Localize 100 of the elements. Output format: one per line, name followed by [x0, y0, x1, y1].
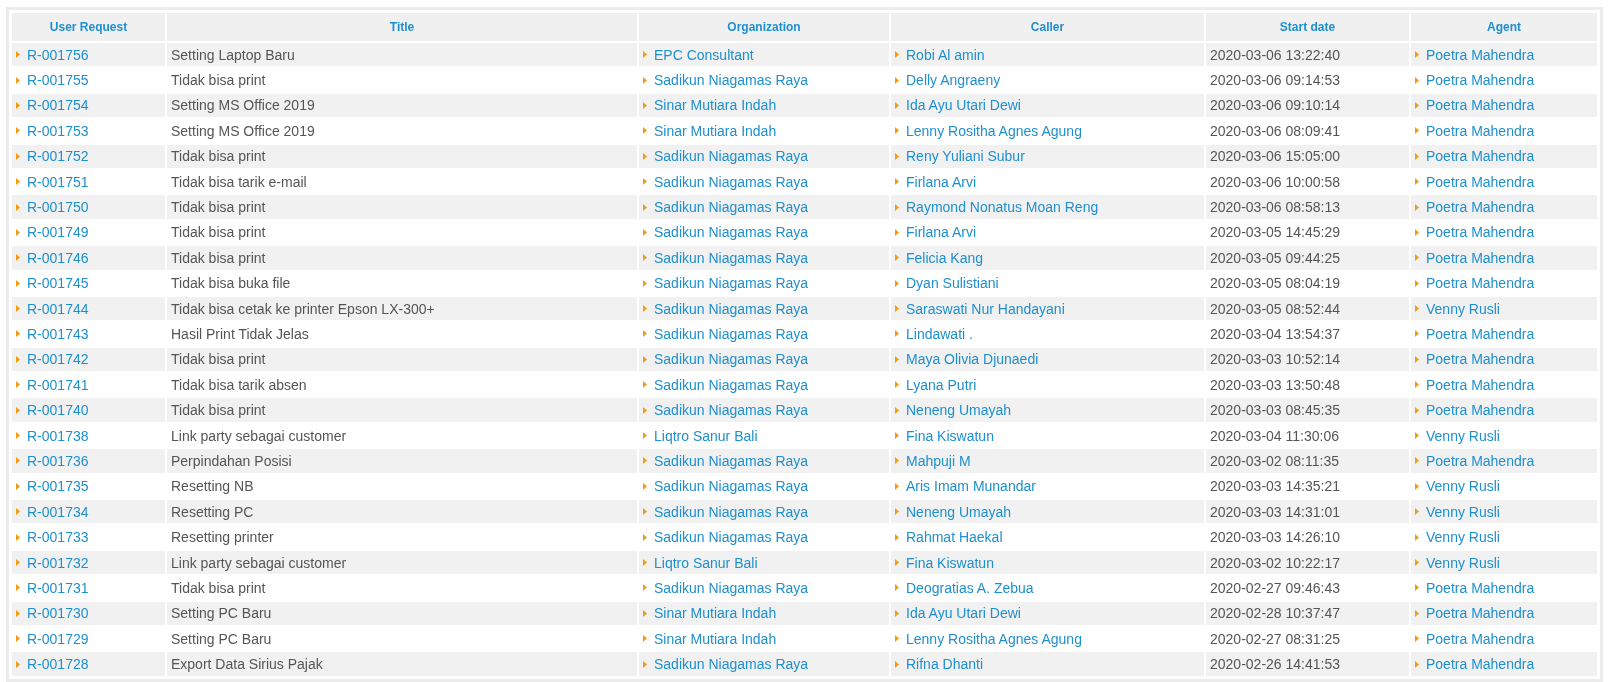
- organization-link[interactable]: Sinar Mutiara Indah: [654, 123, 777, 138]
- agent-link[interactable]: Poetra Mahendra: [1426, 327, 1535, 341]
- column-header[interactable]: User Request: [12, 13, 165, 41]
- caller-link[interactable]: Lindawati .: [906, 327, 973, 341]
- triangle-icon: [1415, 482, 1419, 490]
- triangle-icon: [895, 127, 899, 135]
- triangle-icon: [895, 254, 899, 262]
- date-cell: 2020-03-02 10:22:17: [1206, 550, 1409, 575]
- request-link[interactable]: R-001745: [27, 276, 89, 291]
- triangle-icon: [16, 330, 20, 338]
- date-cell: 2020-03-05 08:52:44: [1206, 296, 1409, 321]
- organization-link[interactable]: Sadikun Niagamas Raya: [654, 377, 809, 392]
- triangle-icon: [895, 508, 899, 516]
- date-cell: 2020-03-06 13:22:40: [1206, 43, 1409, 67]
- agent-link[interactable]: Poetra Mahendra: [1426, 276, 1535, 291]
- column-header[interactable]: Organization: [639, 13, 889, 41]
- request-link[interactable]: R-001741: [27, 377, 89, 392]
- caller-link[interactable]: Deogratias A. Zebua: [906, 580, 1034, 595]
- organization-link[interactable]: Sadikun Niagamas Raya: [654, 174, 809, 189]
- caller-link[interactable]: Lenny Rositha Agnes Agung: [906, 123, 1082, 138]
- request-link[interactable]: R-001743: [27, 327, 89, 341]
- request-link[interactable]: R-001749: [27, 225, 89, 240]
- triangle-icon: [643, 559, 647, 566]
- column-header[interactable]: Caller: [891, 13, 1204, 41]
- column-header[interactable]: Title: [167, 13, 637, 41]
- organization-link[interactable]: Sadikun Niagamas Raya: [654, 276, 809, 291]
- triangle-icon: [1415, 305, 1419, 313]
- triangle-icon: [16, 305, 20, 313]
- triangle-icon: [643, 101, 647, 109]
- agent-link[interactable]: Venny Rusli: [1426, 479, 1500, 494]
- organization-link[interactable]: Sadikun Niagamas Raya: [654, 479, 809, 494]
- request-link[interactable]: R-001738: [27, 428, 89, 443]
- triangle-icon: [16, 406, 20, 414]
- caller-link[interactable]: Fina Kiswatun: [906, 428, 994, 443]
- request-link[interactable]: R-001755: [27, 73, 89, 88]
- triangle-icon: [1415, 508, 1419, 516]
- caller-link[interactable]: Delly Angraeny: [906, 73, 1001, 88]
- triangle-icon: [1415, 432, 1419, 440]
- organization-link[interactable]: Sadikun Niagamas Raya: [654, 530, 809, 545]
- triangle-icon: [1415, 635, 1419, 643]
- title-cell: Tidak bisa print: [167, 347, 637, 372]
- organization-link[interactable]: Sadikun Niagamas Raya: [654, 73, 809, 88]
- caller-link[interactable]: Rifna Dhanti: [906, 657, 984, 672]
- column-header[interactable]: Agent: [1411, 13, 1597, 41]
- triangle-icon: [1415, 51, 1419, 59]
- organization-link[interactable]: Sinar Mutiara Indah: [654, 631, 777, 646]
- agent-link[interactable]: Poetra Mahendra: [1426, 580, 1535, 595]
- request-link[interactable]: R-001753: [27, 123, 89, 138]
- request-link[interactable]: R-001735: [27, 479, 89, 494]
- triangle-icon: [16, 228, 20, 236]
- triangle-icon: [895, 279, 899, 287]
- triangle-icon: [895, 609, 899, 617]
- triangle-icon: [895, 51, 899, 59]
- triangle-icon: [16, 559, 20, 566]
- request-link[interactable]: R-001751: [27, 174, 89, 189]
- triangle-icon: [16, 635, 20, 643]
- caller-link[interactable]: Lenny Rositha Agnes Agung: [906, 631, 1082, 646]
- agent-link[interactable]: Poetra Mahendra: [1426, 123, 1535, 138]
- triangle-icon: [643, 635, 647, 643]
- caller-link[interactable]: Robi Al amin: [906, 47, 985, 62]
- triangle-icon: [895, 660, 899, 668]
- triangle-icon: [895, 330, 899, 338]
- agent-link[interactable]: Poetra Mahendra: [1426, 174, 1535, 189]
- agent-link[interactable]: Poetra Mahendra: [1426, 631, 1535, 646]
- caller-link[interactable]: Firlana Arvi: [906, 225, 977, 240]
- date-cell: 2020-03-06 08:58:13: [1206, 195, 1409, 219]
- triangle-icon: [643, 355, 647, 363]
- triangle-icon: [895, 381, 899, 389]
- request-link[interactable]: R-001731: [27, 580, 89, 595]
- triangle-icon: [1415, 203, 1419, 211]
- triangle-icon: [16, 609, 20, 617]
- caller-link[interactable]: Firlana Arvi: [906, 174, 977, 189]
- agent-link[interactable]: Venny Rusli: [1426, 530, 1500, 545]
- caller-link[interactable]: Aris Imam Munandar: [906, 479, 1036, 494]
- caller-link[interactable]: Rahmat Haekal: [906, 530, 1003, 545]
- agent-link[interactable]: Poetra Mahendra: [1426, 377, 1535, 392]
- column-header[interactable]: Start date: [1206, 13, 1409, 41]
- triangle-icon: [643, 406, 647, 414]
- request-link[interactable]: R-001733: [27, 530, 89, 545]
- organization-link[interactable]: Sadikun Niagamas Raya: [654, 225, 809, 240]
- organization-link[interactable]: Sadikun Niagamas Raya: [654, 580, 809, 595]
- caller-link[interactable]: Lyana Putri: [906, 377, 977, 392]
- caller-link[interactable]: Mahpuji M: [906, 453, 971, 468]
- title-cell: Link party sebagai customer: [167, 550, 637, 575]
- triangle-icon: [16, 51, 20, 59]
- request-link[interactable]: R-001729: [27, 631, 89, 646]
- agent-link[interactable]: Poetra Mahendra: [1426, 73, 1535, 88]
- organization-link[interactable]: Sadikun Niagamas Raya: [654, 327, 809, 341]
- triangle-icon: [1415, 457, 1419, 465]
- triangle-icon: [1415, 254, 1419, 262]
- agent-link[interactable]: Venny Rusli: [1426, 428, 1500, 443]
- agent-link[interactable]: Poetra Mahendra: [1426, 225, 1535, 240]
- organization-link[interactable]: Liqtro Sanur Bali: [654, 428, 758, 443]
- triangle-icon: [895, 178, 899, 186]
- caller-link[interactable]: Felicia Kang: [906, 250, 984, 265]
- title-cell: Resetting PC: [167, 500, 637, 524]
- triangle-icon: [16, 279, 20, 287]
- triangle-icon: [16, 76, 20, 84]
- caller-link[interactable]: Dyan Sulistiani: [906, 276, 999, 291]
- caller-link[interactable]: Fina Kiswatun: [906, 555, 994, 570]
